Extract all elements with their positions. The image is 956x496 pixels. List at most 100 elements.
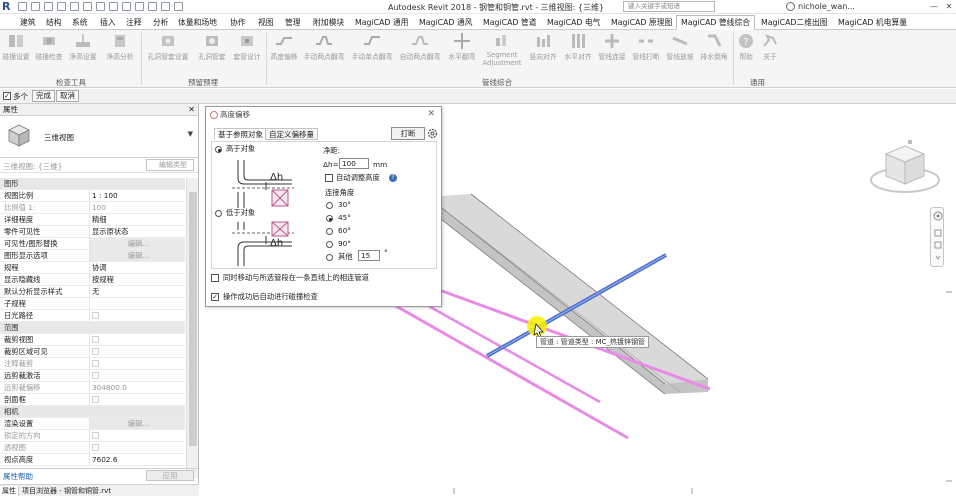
tab-view[interactable]: 视图 [258,16,274,29]
steering-wheel-icon[interactable] [931,208,945,268]
property-checkbox[interactable] [92,336,99,343]
drain-chamfer-button[interactable]: 排水倒角 [698,32,730,66]
property-value[interactable]: 协调 [89,262,185,273]
cancel-button[interactable]: 取消 [56,90,79,102]
manual-two-point-bend-button[interactable]: 手动两点翻弯 [302,32,346,66]
viewcube-icon[interactable] [868,136,942,198]
below-radio[interactable] [215,210,222,217]
close-button[interactable]: ✕ [943,1,955,12]
property-edit-button[interactable]: 编辑... [89,250,185,261]
property-checkbox[interactable] [92,312,99,319]
properties-scrollbar[interactable] [186,178,198,478]
property-edit-button[interactable]: 编辑... [89,418,185,429]
angle-other-input[interactable]: 15 [358,250,380,261]
measure-icon[interactable] [83,2,92,11]
above-radio[interactable] [215,146,222,153]
tab-magicad-quantity[interactable]: MagiCAD 机电算量 [838,16,907,29]
redo-icon[interactable] [57,2,66,11]
minimize-button[interactable]: — [928,1,940,12]
properties-close-icon[interactable]: ✕ [188,104,195,116]
horizontal-bend-button[interactable]: 水平翻弯 [446,32,478,66]
beam-top-face[interactable] [428,194,708,384]
break-button[interactable]: 打断 [391,127,425,140]
tab-architecture[interactable]: 建筑 [20,16,36,29]
tab-manage[interactable]: 管理 [285,16,301,29]
property-value[interactable]: 显示原状态 [89,226,185,237]
property-checkbox[interactable] [92,348,99,355]
properties-section-header[interactable]: 图形 [0,178,185,190]
tab-massing[interactable]: 体量和场地 [178,16,217,29]
property-edit-button[interactable]: 编辑... [89,238,185,249]
property-checkbox[interactable] [92,396,99,403]
help-button[interactable]: ? 帮助 [736,32,756,66]
edit-type-button[interactable]: 编辑类型 [146,159,194,171]
tab-addins[interactable]: 附加模块 [313,16,344,29]
text-icon[interactable] [109,2,118,11]
property-value[interactable] [89,334,185,345]
dialog-titlebar[interactable]: 高度偏移 [206,107,441,123]
tab-reference-object[interactable]: 基于参照对象 [214,128,267,140]
horizontal-align-button[interactable]: 水平对齐 [562,32,594,66]
property-value[interactable]: 无 [89,286,185,297]
pipe-break-button[interactable]: 管线打断 [630,32,662,66]
tab-systems[interactable]: 系统 [72,16,88,29]
dialog-close-icon[interactable]: ✕ [427,109,435,119]
gear-icon[interactable] [427,128,438,139]
move-same-line-checkbox[interactable] [211,274,219,282]
pipe-connect-button[interactable]: 管线连接 [596,32,628,66]
sleeve-design-button[interactable]: 套管设计 [231,32,263,66]
property-value[interactable] [89,358,185,369]
angle-other-radio[interactable] [326,254,333,261]
property-value[interactable]: 精细 [89,214,185,225]
auto-two-point-bend-button[interactable]: 自动两点翻弯 [398,32,442,66]
tab-magicad-schematic[interactable]: MagiCAD 原理图 [611,16,672,29]
pipe-slope-button[interactable]: 管线放坡 [664,32,696,66]
segment-adjustment-button[interactable]: Segment Adjustment [482,32,522,67]
tab-collaborate[interactable]: 协作 [230,16,246,29]
tab-structure[interactable]: 结构 [46,16,62,29]
tab-magicad-piping[interactable]: MagiCAD 管道 [483,16,536,29]
property-value[interactable]: 按规程 [89,274,185,285]
tab-magicad-2d[interactable]: MagiCAD二维出图 [761,16,828,29]
user-name[interactable]: nichole_wan... [798,2,855,11]
scrollbar-thumb[interactable] [189,192,197,446]
clearance-settings-button[interactable]: 净高设置 [68,32,98,66]
property-value[interactable] [89,346,185,357]
tab-analyze[interactable]: 分析 [153,16,169,29]
property-checkbox[interactable] [92,360,99,367]
property-value[interactable] [89,394,185,405]
angle-30-radio[interactable] [326,202,333,209]
properties-section-header[interactable]: 相机 [0,406,185,418]
vertical-align-button[interactable]: 竖向对齐 [526,32,560,66]
about-button[interactable]: 关于 [760,32,780,66]
print-icon[interactable] [70,2,79,11]
tab-custom-offset[interactable]: 自定义偏移量 [265,128,318,140]
opening-sleeve-settings-button[interactable]: 孔洞管套设置 [145,32,191,66]
property-value[interactable]: 1 : 100 [89,190,185,201]
property-value[interactable] [89,442,185,453]
auto-height-checkbox[interactable] [325,174,333,182]
auto-collision-checkbox[interactable]: ✓ [211,293,219,301]
collision-settings-button[interactable]: 碰撞设置 [2,32,30,66]
property-checkbox[interactable] [92,372,99,379]
property-value[interactable] [89,430,185,441]
opening-sleeve-button[interactable]: 孔洞管套 [195,32,229,66]
tab-magicad-ventilation[interactable]: MagiCAD 通风 [419,16,472,29]
property-checkbox[interactable] [92,444,99,451]
3d-view-icon[interactable] [122,2,131,11]
revit-logo[interactable]: R [2,1,13,13]
tab-properties[interactable]: 属性 [0,486,19,496]
close-hidden-icon[interactable] [161,2,170,11]
property-value[interactable] [89,310,185,321]
property-value[interactable]: 7602.6 [89,454,185,465]
thin-lines-icon[interactable] [148,2,157,11]
tab-magicad-electrical[interactable]: MagiCAD 电气 [547,16,600,29]
undo-icon[interactable] [44,2,53,11]
properties-section-header[interactable]: 范围 [0,322,185,334]
tab-insert[interactable]: 插入 [100,16,116,29]
beam-side-face[interactable] [428,197,665,394]
apply-button[interactable]: 应用 [146,470,194,481]
open-icon[interactable] [18,2,27,11]
help-icon[interactable]: ? [389,174,397,182]
angle-45-radio[interactable] [326,215,333,222]
